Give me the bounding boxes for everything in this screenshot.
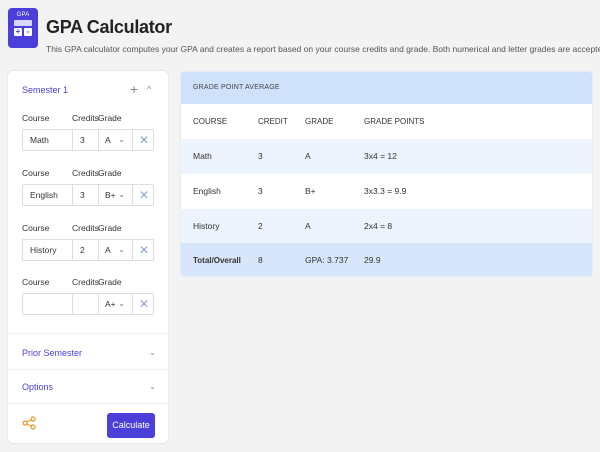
credits-label: Credits (72, 113, 99, 123)
course-label: Course (22, 277, 50, 287)
prior-semester-accordion[interactable]: Prior Semester ⌄ (22, 348, 156, 360)
page-subtitle: This GPA calculator computes your GPA an… (46, 44, 600, 54)
table-row: Math 3 A 3x4 = 12 (181, 139, 592, 174)
grade-label: Grade (98, 168, 122, 178)
calculator-logo-icon: GPA + - (8, 8, 38, 48)
chevron-down-icon: ⌄ (118, 299, 125, 308)
logo-screen (14, 20, 32, 26)
grade-label: Grade (98, 277, 122, 287)
course-label: Course (22, 113, 50, 123)
course-input-row: History 2 A ⌄ ✕ (22, 239, 154, 261)
delete-course-close-icon[interactable]: ✕ (133, 185, 155, 205)
course-name-input[interactable]: History (23, 240, 73, 260)
divider (8, 333, 168, 334)
credits-label: Credits (72, 277, 99, 287)
credits-label: Credits (72, 168, 99, 178)
divider (8, 403, 168, 404)
course-grade-select[interactable]: A ⌄ (99, 130, 133, 150)
total-label: Total/Overall (193, 256, 241, 265)
course-credit-input[interactable]: 3 (73, 130, 99, 150)
cell-grade: A (305, 221, 311, 231)
divider (8, 369, 168, 370)
course-grade-value: B+ (105, 190, 116, 200)
column-header-credit: CREDIT (258, 117, 288, 126)
column-header-course: COURSE (193, 117, 228, 126)
calculate-button[interactable]: Calculate (107, 413, 155, 438)
logo-text: GPA (16, 12, 30, 18)
prior-semester-label[interactable]: Prior Semester (22, 348, 82, 358)
cell-grade: A (305, 151, 311, 161)
logo-keys: + - (14, 28, 32, 36)
grade-label: Grade (98, 113, 122, 123)
chevron-down-icon: ⌄ (118, 190, 125, 199)
column-header-grade-points: GRADE POINTS (364, 117, 425, 126)
grade-label: Grade (98, 223, 122, 233)
semester-input-panel: Semester 1 + ^ Course Credits Grade Math… (7, 70, 169, 444)
course-row-2: Course Credits Grade English 3 B+ ⌄ ✕ (22, 168, 162, 218)
table-header-row: COURSE CREDIT GRADE GRADE POINTS (181, 104, 592, 139)
column-header-grade: GRADE (305, 117, 334, 126)
course-label: Course (22, 168, 50, 178)
course-name-input[interactable]: Math (23, 130, 73, 150)
cell-credit: 2 (258, 221, 263, 231)
cell-course: English (193, 186, 221, 196)
course-grade-select[interactable]: A ⌄ (99, 240, 133, 260)
course-name-input[interactable]: English (23, 185, 73, 205)
course-grade-value: A+ (105, 299, 116, 309)
semester-title[interactable]: Semester 1 (22, 85, 68, 95)
course-name-input[interactable] (23, 294, 73, 314)
gpa-results-table: GRADE POINT AVERAGE COURSE CREDIT GRADE … (180, 71, 593, 277)
cell-grade: B+ (305, 186, 316, 196)
semester-header[interactable]: Semester 1 + ^ (22, 82, 156, 97)
course-label: Course (22, 223, 50, 233)
logo-minus-key: - (24, 28, 32, 36)
options-accordion[interactable]: Options ⌄ (22, 382, 156, 394)
course-grade-select[interactable]: B+ ⌄ (99, 185, 133, 205)
chevron-down-icon[interactable]: ⌄ (149, 348, 156, 357)
table-row: English 3 B+ 3x3.3 = 9.9 (181, 174, 592, 209)
cell-grade-points: 3x4 = 12 (364, 151, 397, 161)
credits-label: Credits (72, 223, 99, 233)
results-header: GRADE POINT AVERAGE (181, 72, 592, 104)
course-credit-input[interactable]: 2 (73, 240, 99, 260)
chevron-down-icon[interactable]: ⌄ (149, 382, 156, 391)
chevron-down-icon: ⌄ (118, 135, 125, 144)
add-course-plus-icon[interactable]: + (130, 82, 138, 96)
course-row-1: Course Credits Grade Math 3 A ⌄ ✕ (22, 113, 162, 163)
course-credit-input[interactable]: 3 (73, 185, 99, 205)
total-credit: 8 (258, 255, 263, 265)
chevron-down-icon: ⌄ (118, 245, 125, 254)
course-row-3: Course Credits Grade History 2 A ⌄ ✕ (22, 223, 162, 273)
cell-grade-points: 2x4 = 8 (364, 221, 393, 231)
page-header: GPA + - GPA Calculator This GPA calculat… (8, 8, 600, 56)
cell-credit: 3 (258, 186, 263, 196)
course-grade-select[interactable]: A+ ⌄ (99, 294, 133, 314)
delete-course-close-icon[interactable]: ✕ (133, 294, 155, 314)
delete-course-close-icon[interactable]: ✕ (133, 130, 155, 150)
cell-grade-points: 3x3.3 = 9.9 (364, 186, 407, 196)
total-grade-points: 29.9 (364, 255, 381, 265)
total-gpa: GPA: 3.737 (305, 255, 349, 265)
course-input-row: A+ ⌄ ✕ (22, 293, 154, 315)
course-grade-value: A (105, 135, 111, 145)
collapse-caret-up-icon[interactable]: ^ (147, 84, 151, 94)
share-icon[interactable] (22, 416, 36, 430)
page-title: GPA Calculator (46, 17, 172, 37)
options-label[interactable]: Options (22, 382, 53, 392)
course-credit-input[interactable] (73, 294, 99, 314)
course-input-row: English 3 B+ ⌄ ✕ (22, 184, 154, 206)
table-row: History 2 A 2x4 = 8 (181, 209, 592, 244)
course-input-row: Math 3 A ⌄ ✕ (22, 129, 154, 151)
delete-course-close-icon[interactable]: ✕ (133, 240, 155, 260)
course-grade-value: A (105, 245, 111, 255)
total-row: Total/Overall 8 GPA: 3.737 29.9 (181, 243, 592, 276)
cell-course: History (193, 221, 220, 231)
cell-credit: 3 (258, 151, 263, 161)
cell-course: Math (193, 151, 212, 161)
logo-plus-key: + (14, 27, 22, 36)
course-row-4: Course Credits Grade A+ ⌄ ✕ (22, 277, 162, 327)
